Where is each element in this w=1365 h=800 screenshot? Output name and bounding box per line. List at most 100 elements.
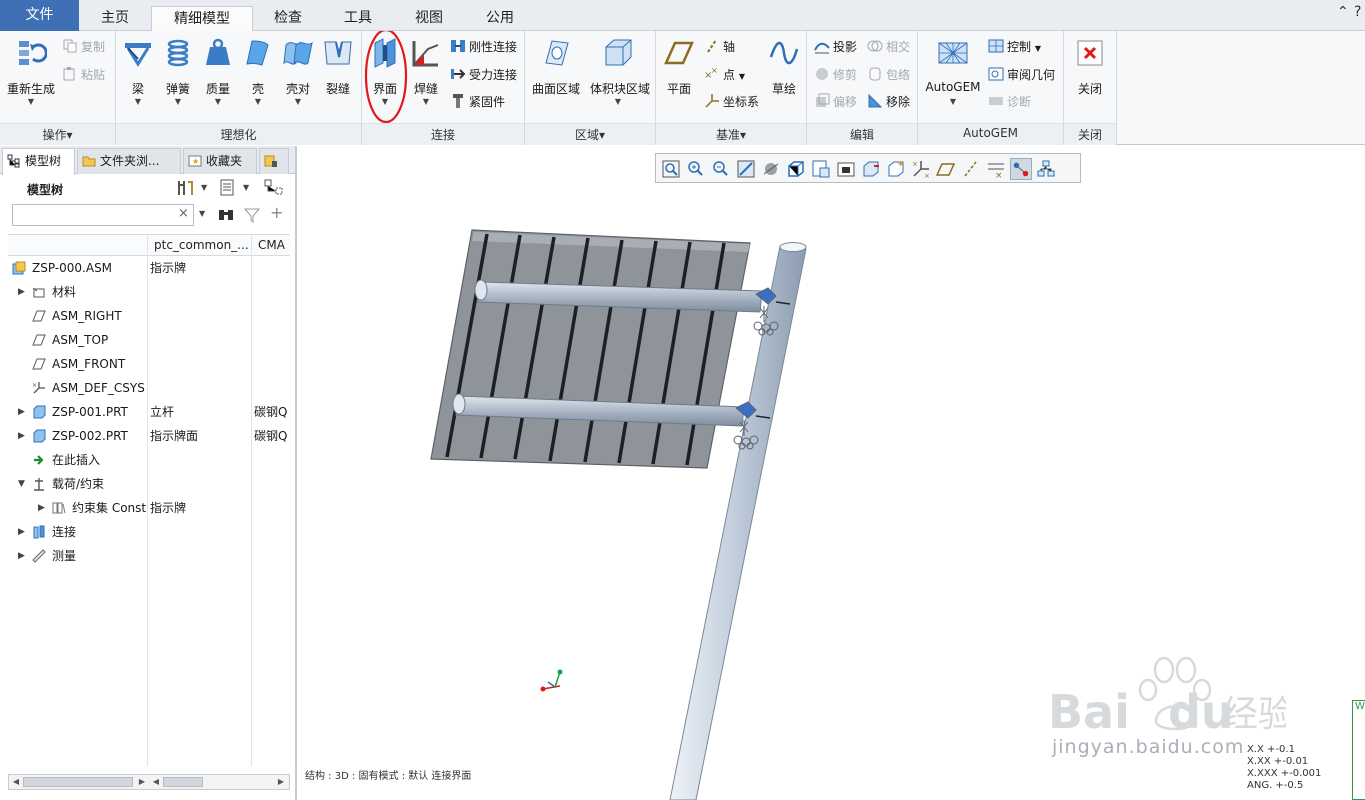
clear-search-icon[interactable]: × (178, 206, 189, 221)
trim-button[interactable]: 修剪 (814, 65, 857, 85)
tree-row-measures[interactable]: ▶ 测量 (8, 544, 290, 568)
tree-row-materials[interactable]: ▶ 材料 (8, 280, 290, 304)
tree-cell: 指示牌 (150, 501, 187, 515)
tab-home[interactable]: 主页 (79, 6, 151, 31)
wrap-button[interactable]: 包络 (867, 65, 910, 85)
chevron-down-icon[interactable]: ▼ (243, 183, 249, 192)
expand-icon[interactable]: ▶ (18, 400, 25, 424)
column-header-cma[interactable]: CMA (258, 238, 290, 252)
sign-panel[interactable] (430, 229, 751, 469)
chevron-down-icon: ▼ (134, 97, 142, 106)
expand-icon[interactable]: ▶ (18, 544, 25, 568)
copy-button[interactable]: 复制 (62, 37, 105, 57)
minimize-ribbon-icon[interactable]: ⌃ (1337, 4, 1349, 20)
control-label: 控制 (1007, 40, 1032, 54)
scroll-thumb[interactable] (163, 777, 203, 787)
plane-button[interactable]: 平面 (659, 37, 699, 117)
tab-inspect[interactable]: 检查 (253, 6, 323, 31)
close-button[interactable]: 关闭 (1070, 37, 1110, 117)
tree-row-zsp-001[interactable]: ▶ ZSP-001.PRT 立杆 碳钢Q (8, 400, 290, 424)
settings-icon[interactable] (176, 179, 196, 197)
surface-region-button[interactable]: 曲面区域 (532, 37, 580, 117)
remove-button[interactable]: 移除 (867, 92, 910, 112)
group-label-region[interactable]: 区域▾ (525, 126, 655, 142)
binoculars-icon[interactable] (217, 206, 235, 224)
tree-row-insert-here[interactable]: 在此插入 (8, 448, 290, 472)
csys-button[interactable]: 坐标系 (704, 92, 759, 112)
rigid-link-button[interactable]: 刚性连接 (450, 37, 517, 57)
tab-view[interactable]: 视图 (393, 6, 465, 31)
expand-icon[interactable]: ▶ (18, 280, 25, 304)
diagnose-button[interactable]: 诊断 (988, 92, 1031, 112)
regenerate-icon (19, 41, 47, 65)
horizontal-scrollbar[interactable]: ◀ ▶ ◀ ▶ (8, 774, 290, 790)
shell-pair-button[interactable]: 壳对 ▼ (278, 37, 318, 117)
tree-row-asm[interactable]: ZSP-000.ASM 指示牌 (8, 256, 290, 280)
autogem-button[interactable]: AutoGEM ▼ (925, 37, 981, 117)
tree-row-label: 测量 (52, 549, 77, 563)
chevron-down-icon[interactable]: ▼ (201, 183, 207, 192)
chevron-down-icon[interactable]: ▼ (199, 209, 205, 218)
tree-row-constraint-set[interactable]: ▶ 约束集 Const 指示牌 (8, 496, 290, 520)
expand-icon[interactable]: ▶ (18, 424, 25, 448)
project-button[interactable]: 投影 (814, 37, 857, 57)
tree-row-loads-constraints[interactable]: ▼ 载荷/约束 (8, 472, 290, 496)
tree-row-zsp-002[interactable]: ▶ ZSP-002.PRT 指示牌面 碳钢Q (8, 424, 290, 448)
shell-button[interactable]: 壳 ▼ (238, 37, 278, 117)
tree-row-asm-front[interactable]: ASM_FRONT (8, 352, 290, 376)
tab-utilities[interactable]: 公用 (465, 6, 535, 31)
regenerate-button[interactable]: 重新生成 ▼ (7, 37, 55, 117)
scroll-left-icon[interactable]: ◀ (150, 776, 162, 788)
scroll-thumb[interactable] (23, 777, 133, 787)
scroll-right-icon[interactable]: ▶ (136, 776, 148, 788)
column-header-ptc-common[interactable]: ptc_common_... (154, 238, 252, 252)
tree-column-header: ptc_common_... CMA (8, 234, 290, 256)
group-label-operations[interactable]: 操作▾ (0, 126, 115, 142)
review-geometry-button[interactable]: 审阅几何 (988, 65, 1055, 85)
tab-extra[interactable] (259, 148, 289, 174)
offset-button[interactable]: 偏移 (814, 92, 857, 112)
spring-button[interactable]: 弹簧 ▼ (158, 37, 198, 117)
weld-button[interactable]: 焊缝 ▼ (406, 37, 446, 117)
crack-button[interactable]: 裂缝 (318, 37, 358, 117)
tree-row-connections[interactable]: ▶ 连接 (8, 520, 290, 544)
fastener-button[interactable]: 紧固件 (450, 92, 505, 112)
show-list-icon[interactable] (219, 179, 237, 197)
intersect-button[interactable]: 相交 (867, 37, 910, 57)
scroll-right-icon[interactable]: ▶ (275, 776, 287, 788)
control-button[interactable]: 控制 ▼ (988, 37, 1041, 57)
filter-icon[interactable] (243, 206, 261, 224)
mass-button[interactable]: 质量 ▼ (198, 37, 238, 117)
volume-region-button[interactable]: 体积块区域 ▼ (590, 37, 650, 117)
tree-row-asm-top[interactable]: ASM_TOP (8, 328, 290, 352)
scroll-left-icon[interactable]: ◀ (10, 776, 22, 788)
tree-row-asm-right[interactable]: ASM_RIGHT (8, 304, 290, 328)
expand-icon[interactable]: ▶ (18, 520, 25, 544)
add-column-icon[interactable]: + (270, 203, 283, 222)
collapse-icon[interactable]: ▼ (18, 472, 25, 496)
tree-search-input[interactable] (12, 204, 194, 226)
help-icon[interactable]: ? (1354, 4, 1361, 20)
tab-favorites[interactable]: ★ 收藏夹 (183, 148, 257, 174)
paste-button[interactable]: 粘贴 (62, 65, 105, 85)
point-button[interactable]: × × 点 ▼ (704, 65, 745, 85)
status-message: 结构 : 3D : 固有模式 : 默认 连接界面 (305, 771, 472, 782)
beam-button[interactable]: 梁 ▼ (118, 37, 158, 117)
sketch-button[interactable]: 草绘 (764, 37, 804, 117)
tree-filter-icon[interactable] (264, 179, 286, 197)
chevron-down-icon: ▼ (254, 97, 262, 106)
tab-model-tree[interactable]: 模型树 (2, 148, 75, 175)
tab-file[interactable]: 文件 (0, 0, 79, 31)
graphics-window[interactable]: ✦ × × × Bai du 经验 jingyan.baidu.com 结构:… (298, 146, 1365, 800)
axis-button[interactable]: 轴 (704, 37, 735, 57)
tab-refine-model[interactable]: 精细模型 (151, 6, 253, 32)
fastener-icon (453, 94, 463, 108)
weighted-link-button[interactable]: 受力连接 (450, 65, 517, 85)
tree-row-asm-def-csys[interactable]: × ASM_DEF_CSYS (8, 376, 290, 400)
expand-icon[interactable]: ▶ (38, 496, 45, 520)
assembly-icon (12, 261, 26, 275)
group-label-datum[interactable]: 基准▾ (656, 126, 806, 142)
side-indicator[interactable]: W (1352, 700, 1365, 800)
tab-folder-browser[interactable]: 文件夹浏... (77, 148, 181, 174)
tab-tools[interactable]: 工具 (323, 6, 393, 31)
